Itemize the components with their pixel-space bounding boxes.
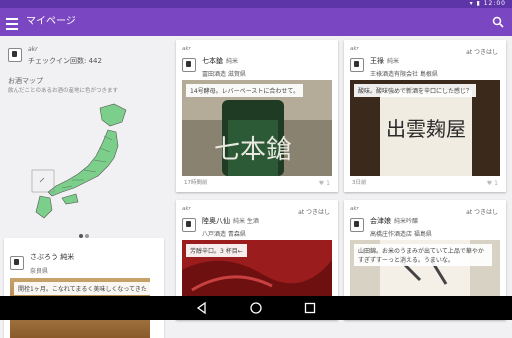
shop-name: at つきはし [466,209,498,216]
bottle-label: 七本鎗 [214,135,292,165]
sake-name: 七本鎗 [202,57,223,65]
avatar [182,58,196,72]
status-icons: ▾ ▮ 12:00 [469,0,506,7]
user-name: akr [350,46,359,52]
brewery-info: 八戸酒造 青森県 [202,231,246,238]
search-icon[interactable] [492,16,504,28]
sake-name: さぶろう [30,253,58,261]
status-bar: ▾ ▮ 12:00 [0,0,512,8]
avatar [182,218,196,232]
checkin-card[interactable]: さぶろう 純米 奈良県 開栓1ヶ月。こなれてまるく美味しくなってきた [4,238,164,338]
user-name: akr [182,46,191,52]
brewery-info: 冨田酒造 滋賀県 [202,71,246,78]
page-title: マイページ [26,16,76,27]
sake-map-title: お酒マップ [8,77,43,85]
checkin-caption: 酸味。酸味強めで新酒を辛口にした感じ？ [354,84,477,97]
sake-name: 会津娘 [370,217,391,225]
japan-map[interactable] [22,100,142,228]
heart-icon: ♥ [318,180,325,187]
checkin-caption: 山田錦。お米のうまみが出ていて上品で華やかすぎずすーっと消える。うまいな。 [354,244,492,266]
menu-icon[interactable] [6,15,18,30]
sake-kind: 純米 [226,58,239,65]
brewery-info: 王祿酒造有限会社 島根県 [370,71,438,78]
user-name: akr [350,206,359,212]
checkin-card[interactable]: akr at つきはし 王祿 純米 王祿酒造有限会社 島根県 出雲麹屋 酸味。酸味… [344,40,506,192]
navigation-bar [0,296,512,320]
bottle-label: 出雲麹屋 [386,117,466,141]
recents-icon[interactable] [303,301,317,315]
avatar [8,48,22,62]
checkin-count: チェックイン回数: 442 [28,57,102,65]
checkin-date: 3日前 [352,180,367,186]
brewery-info: 高橋庄作酒造店 福島県 [370,231,432,238]
checkin-caption: 芳醇辛口。3 杯目← [186,244,247,257]
shop-name: at つきはし [298,209,330,216]
sake-name: 王祿 [370,57,384,65]
checkin-caption: 14号酵母。レバーペーストに合わせて。 [186,84,304,97]
profile-name: akr [28,46,38,53]
like-count: 1 [326,180,330,187]
home-icon[interactable] [249,301,263,315]
profile-header[interactable]: akr チェックイン回数: 442 [8,44,158,74]
back-icon[interactable] [195,301,209,315]
sake-name: 陸奥八仙 [202,217,230,225]
sake-kind: 純米吟醸 [394,218,419,225]
like-button[interactable]: ♥ 1 [487,180,498,187]
avatar [10,256,24,270]
sake-kind: 純米 [387,58,400,65]
app-bar: マイページ [0,8,512,36]
sake-prefecture: 奈良県 [30,268,49,275]
heart-icon: ♥ [486,180,493,187]
checkin-card[interactable]: akr 七本鎗 純米 冨田酒造 滋賀県 七本鎗 14号酵母。レバーペーストに合わせ… [176,40,338,192]
checkin-caption: 開栓1ヶ月。こなれてまるく美味しくなってきた [14,282,151,295]
avatar [350,218,364,232]
profile-panel: akr チェックイン回数: 442 お酒マップ 飲んだことのあるお酒の産地に色が… [0,36,168,338]
like-count: 1 [494,180,498,187]
checkin-date: 17時間前 [184,180,208,186]
shop-name: at つきはし [466,49,498,56]
sake-kind: 純米 生酒 [233,218,259,225]
user-name: akr [182,206,191,212]
like-button[interactable]: ♥ 1 [319,180,330,187]
sake-map-subtitle: 飲んだことのあるお酒の産地に色がつきます [8,88,118,94]
sake-kind: 純米 [60,253,75,261]
avatar [350,58,364,72]
